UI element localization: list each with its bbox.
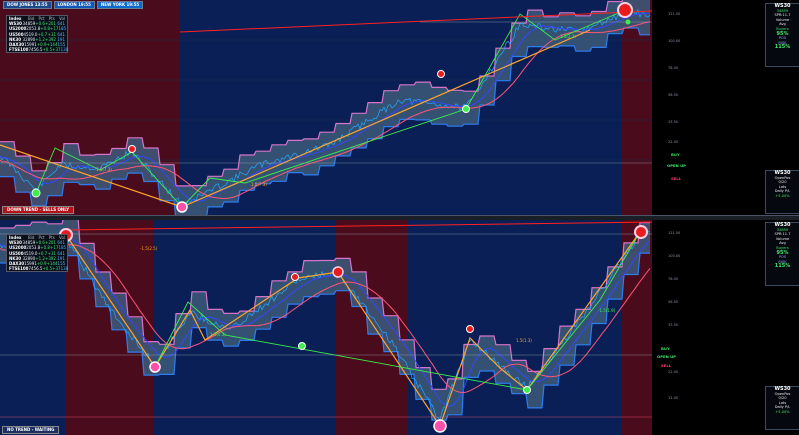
price-tick: 56.50 [668,93,679,97]
chart-plot-bottom: -1.5(2.5) 1.5(0.3) 1.5(1.3) -1.5(1.9) [0,220,799,435]
position-panel-top[interactable]: WS30 OpenPos 0/20 Lots Daily P/L +5.00% [765,170,799,214]
panel-pct: +5.00% [775,409,790,414]
annotation-3: -1.5(1.9) [598,308,616,313]
signal-sell-label[interactable]: SELL [661,363,671,368]
price-tick: 33.50 [668,323,679,327]
signal-buy-label[interactable]: BUY [671,152,680,157]
annotation-2: 1.5(1.3) [516,338,532,343]
table-cell: FTSE100 [9,47,29,53]
table-cell: 7456.5 [28,266,43,272]
price-tick: 22.00 [668,370,679,374]
chart-pane-bottom[interactable]: -1.5(2.5) 1.5(0.3) 1.5(1.3) -1.5(1.9) In… [0,220,799,435]
table-cell: +37 [52,47,61,53]
account-panel-bottom[interactable]: WS30 34859 SPR:11.7 Volume Avg Buyers 95… [765,222,799,286]
annotation-1: 1.5(0.3) [210,332,226,337]
price-tick: 78.00 [668,277,679,281]
panel-percent-2: 115% [774,44,791,51]
price-tick: 100.00 [668,254,681,258]
price-tick: 56.50 [668,300,679,304]
price-tick: 33.50 [668,120,679,124]
signal-open-label[interactable]: OPEN UP [657,354,676,359]
table-cell: 138 [60,47,69,53]
price-tick: 78.00 [668,66,679,70]
price-tick: 121.50 [668,12,681,16]
index-watch-table[interactable]: Index Bid Pct Pts Vol WS30 34859 +0.6 +201 641 US2… [6,15,69,54]
table-cell: +0.5 [42,47,53,53]
annotation-0: -1.5(2.5) [140,246,158,251]
chart-plot-top: 1.5(7.3) 1.5(7.3) 1.5(2.2) [0,0,799,215]
session-newyork: NEW YORK 19:55 [96,1,144,9]
table-cell: FTSE100 [9,266,29,272]
trading-terminal: 1.5(7.3) 1.5(7.3) 1.5(2.2) DOW JONES 13:… [0,0,799,435]
table-row[interactable]: FTSE100 7456.5 +0.5 +37 138 [7,47,69,53]
annotation-0: 1.5(7.3) [96,167,112,172]
signal-buy-label[interactable]: BUY [661,346,670,351]
annotation-2: 1.5(2.2) [560,34,576,39]
table-cell: 7456.5 [28,47,43,53]
chart-pane-top[interactable]: 1.5(7.3) 1.5(7.3) 1.5(2.2) DOW JONES 13:… [0,0,799,215]
account-panel-top[interactable]: WS30 34859 SPR:11.7 Volume Avg Buyers 95… [765,3,799,67]
panel-percent-2: 115% [774,263,791,270]
price-tick: 11.00 [668,396,679,400]
signal-open-label[interactable]: OPEN UP [667,163,686,168]
trend-status-badge: DOWN TREND - SELLS ONLY [2,206,75,214]
table-cell: +37 [52,266,61,272]
signal-sell-label[interactable]: SELL [671,176,681,181]
position-panel-bottom[interactable]: WS30 OpenPos 0/20 Lots Daily P/L +5.00% [765,386,799,430]
price-tick: 22.00 [668,140,679,144]
panel-pct: +5.00% [775,193,790,198]
table-row[interactable]: FTSE100 7456.5 +0.5 +37 138 [7,266,69,272]
price-tick: 121.50 [668,231,681,235]
session-clock-bar: DOW JONES 13:55 LONDON 19:55 NEW YORK 19… [3,1,144,9]
table-cell: +0.5 [42,266,53,272]
price-tick: 100.00 [668,39,681,43]
index-watch-table[interactable]: Index Bid Pct Pts Vol WS30 34859 +0.6 +201 641 US2… [6,234,69,273]
annotation-1: 1.5(7.3) [251,182,267,187]
session-london: LONDON 19:55 [53,1,95,9]
trend-status-badge: NO TREND - WAITING [2,426,60,434]
table-cell: 138 [60,266,69,272]
session-ny: DOW JONES 13:55 [3,1,52,9]
